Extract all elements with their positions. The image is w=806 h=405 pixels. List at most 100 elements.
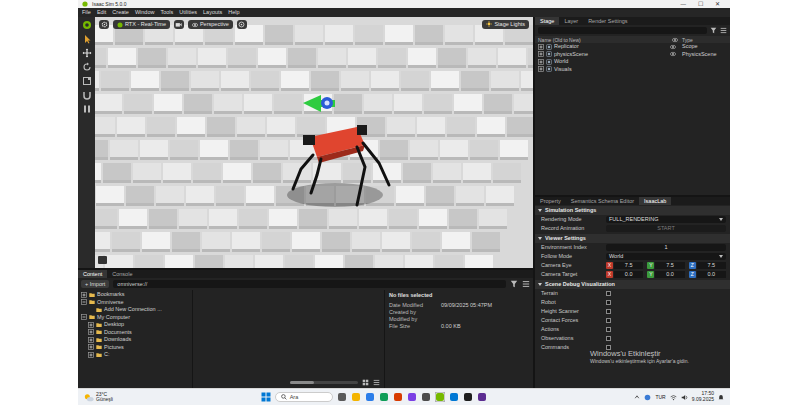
clock[interactable]: 17:509.09.2025 <box>692 391 714 403</box>
visibility-icon[interactable] <box>670 66 676 72</box>
stage-row[interactable]: Visuals <box>535 66 730 74</box>
app-icon[interactable] <box>365 392 375 402</box>
tree-item[interactable]: My Computer <box>78 314 192 322</box>
robot[interactable] <box>293 125 389 205</box>
dropdown[interactable]: FULL_RENDERING <box>606 216 726 223</box>
menu-item[interactable]: Window <box>135 9 155 16</box>
windows-start-icon[interactable] <box>261 392 271 402</box>
camera-button[interactable] <box>174 20 184 29</box>
isaac-logo-icon[interactable] <box>82 20 92 30</box>
app-icon[interactable] <box>337 392 347 402</box>
tree-item[interactable]: Add New Connection ... <box>78 306 192 314</box>
checkbox[interactable] <box>606 318 611 323</box>
visibility-icon[interactable] <box>670 44 676 50</box>
expand-icon[interactable] <box>538 66 544 72</box>
property-tab[interactable]: Property <box>535 197 566 205</box>
file-list[interactable] <box>193 290 384 377</box>
scale-icon[interactable] <box>82 76 92 86</box>
axis-value[interactable]: 0.0 <box>697 271 726 278</box>
checkbox[interactable] <box>606 345 611 350</box>
expand-icon[interactable] <box>81 292 87 298</box>
section-header[interactable]: Simulation Settings <box>535 206 730 215</box>
expand-icon[interactable] <box>538 44 544 50</box>
column-header[interactable]: Type <box>682 37 727 43</box>
input-language[interactable]: TUR <box>655 394 665 400</box>
property-tab[interactable]: IsaacLab <box>639 197 671 205</box>
menu-icon[interactable] <box>720 27 727 34</box>
axis-field[interactable]: X7.5 <box>606 262 643 269</box>
tree-item[interactable]: Omniverse <box>78 299 192 307</box>
pause-icon[interactable] <box>82 104 92 114</box>
stage-tab[interactable]: Layer <box>559 17 583 25</box>
stage-row[interactable]: physicsScenePhysicsScene <box>535 51 730 59</box>
settings-button[interactable] <box>99 20 109 29</box>
chevron-up-icon[interactable] <box>634 394 640 400</box>
visibility-icon[interactable] <box>670 59 676 65</box>
app-icon[interactable] <box>477 392 487 402</box>
expand-icon[interactable] <box>88 329 94 335</box>
axis-field[interactable]: Z0.0 <box>689 271 726 278</box>
viewport[interactable]: RTX - Real-Time Perspective Stage Lights <box>95 17 533 268</box>
section-header[interactable]: Viewer Settings <box>535 234 730 243</box>
expand-icon[interactable] <box>88 352 94 358</box>
menu-icon[interactable] <box>522 280 530 288</box>
renderer-button[interactable]: RTX - Real-Time <box>113 20 170 29</box>
tree-item[interactable]: Pictures <box>78 344 192 352</box>
axis-value[interactable]: 7.5 <box>655 262 684 269</box>
display-button[interactable] <box>237 20 247 29</box>
stage-tab[interactable]: Render Settings <box>583 17 632 25</box>
content-tab[interactable]: Console <box>107 270 137 278</box>
window-control[interactable]: ✕ <box>709 1 726 8</box>
path-field[interactable]: omniverse:// <box>113 280 506 288</box>
dropdown[interactable]: World <box>606 253 726 260</box>
camera-mode-button[interactable]: Perspective <box>188 20 233 29</box>
content-tab[interactable]: Content <box>78 270 107 278</box>
checkbox[interactable] <box>606 336 611 341</box>
speaker-icon[interactable] <box>681 394 688 401</box>
axis-value[interactable]: 7.5 <box>697 262 726 269</box>
axis-value[interactable]: 7.5 <box>614 262 643 269</box>
expand-icon[interactable] <box>88 337 94 343</box>
lights-button[interactable]: Stage Lights <box>482 20 529 29</box>
grid-view-icon[interactable] <box>362 379 369 386</box>
expand-icon[interactable] <box>81 314 87 320</box>
transform-gizmo[interactable] <box>303 95 335 112</box>
menu-item[interactable]: Help <box>228 9 239 16</box>
tree-item[interactable]: Bookmarks <box>78 291 192 299</box>
app-icon[interactable] <box>351 392 361 402</box>
filter-icon[interactable] <box>510 280 518 288</box>
stage-row[interactable]: World <box>535 58 730 66</box>
axis-field[interactable]: Y7.5 <box>647 262 684 269</box>
collapse-icon[interactable] <box>538 283 542 286</box>
checkbox[interactable] <box>606 291 611 296</box>
checkbox[interactable] <box>606 309 611 314</box>
menu-item[interactable]: File <box>82 9 91 16</box>
stage-row[interactable]: ReplicatorScope <box>535 43 730 51</box>
filter-icon[interactable] <box>710 27 717 34</box>
window-control[interactable]: ☐ <box>692 1 709 8</box>
zoom-slider[interactable] <box>290 381 358 384</box>
expand-icon[interactable] <box>538 59 544 65</box>
menu-item[interactable]: Utilities <box>179 9 197 16</box>
checkbox[interactable] <box>606 327 611 332</box>
expand-icon[interactable] <box>88 344 94 350</box>
checkbox[interactable] <box>606 300 611 305</box>
axis-field[interactable]: Y0.0 <box>647 271 684 278</box>
app-icon[interactable] <box>435 392 445 402</box>
rotate-icon[interactable] <box>82 62 92 72</box>
stage-search-field[interactable] <box>538 27 707 34</box>
taskbar-search[interactable]: Ara <box>275 392 333 402</box>
collapse-icon[interactable] <box>538 237 542 240</box>
column-header[interactable]: Name (Old to New) <box>538 37 672 43</box>
window-control[interactable]: — <box>675 1 693 8</box>
axis-value[interactable]: 0.0 <box>614 271 643 278</box>
app-icon[interactable] <box>449 392 459 402</box>
menu-item[interactable]: Edit <box>97 9 106 16</box>
property-tab[interactable]: Semantics Schema Editor <box>566 197 639 205</box>
snap-magnet-icon[interactable] <box>82 90 92 100</box>
number-field[interactable]: 1 <box>606 244 726 251</box>
import-button[interactable]: + Import <box>81 280 109 288</box>
menu-item[interactable]: Tools <box>160 9 173 16</box>
cloud-sync-icon[interactable] <box>644 394 651 401</box>
tree-item[interactable]: Documents <box>78 329 192 337</box>
